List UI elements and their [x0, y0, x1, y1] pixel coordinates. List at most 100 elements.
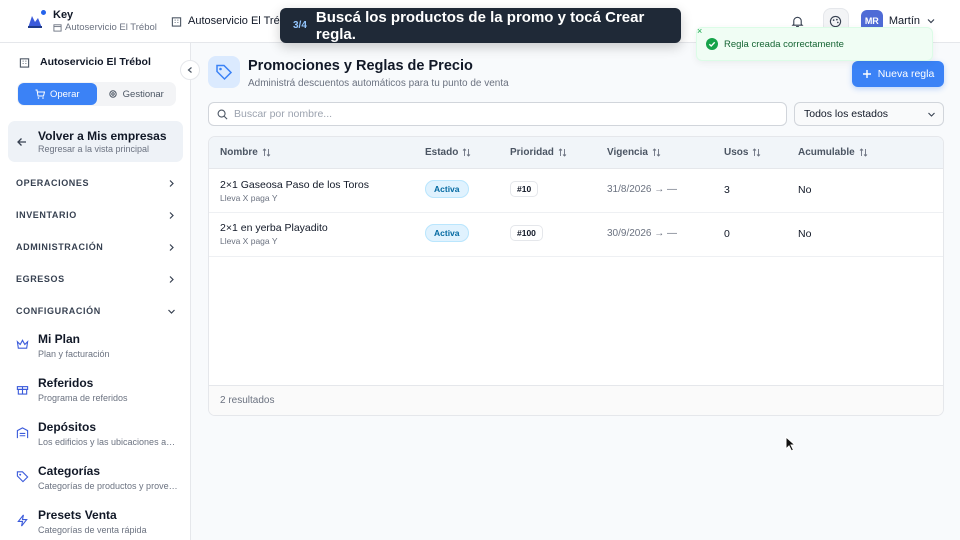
new-rule-button[interactable]: Nueva regla: [852, 61, 944, 87]
table-header: Nombre Estado Prioridad Vigencia Usos Ac…: [209, 137, 943, 169]
crown-icon: [16, 338, 29, 351]
sidebar-item-title: Mi Plan: [38, 332, 81, 346]
chevron-down-icon: [927, 110, 936, 119]
table-row[interactable]: 2×1 en yerba Playadito Lleva X paga Y Ac…: [209, 213, 943, 257]
back-title: Volver a Mis empresas: [38, 128, 167, 143]
column-nombre[interactable]: Nombre: [220, 147, 271, 158]
arrow-left-icon: [16, 136, 28, 148]
column-acumulable[interactable]: Acumulable: [798, 147, 868, 158]
rule-name-cell: 2×1 en yerba Playadito Lleva X paga Y: [220, 222, 328, 247]
section-egresos[interactable]: EGRESOS: [16, 274, 176, 284]
brand[interactable]: Key Autoservicio El Trébol: [0, 9, 170, 34]
rule-name: 2×1 en yerba Playadito: [220, 222, 328, 234]
mode-operate-label: Operar: [49, 88, 80, 100]
section-administracion[interactable]: ADMINISTRACIÓN: [16, 242, 176, 252]
success-toast: × Regla creada correctamente: [696, 26, 933, 61]
toast-close-icon[interactable]: ×: [697, 26, 702, 36]
chevron-down-icon: [926, 16, 936, 26]
mode-switch: Operar Gestionar: [17, 82, 176, 106]
status-filter-select[interactable]: Todos los estados: [794, 102, 944, 126]
brand-title: Key: [53, 8, 74, 21]
back-to-companies[interactable]: Volver a Mis empresas Regresar a la vist…: [8, 121, 183, 162]
column-label: Usos: [724, 147, 749, 158]
table-row[interactable]: 2×1 Gaseosa Paso de los Toros Lleva X pa…: [209, 169, 943, 213]
status-badge: Activa: [425, 224, 469, 242]
column-estado[interactable]: Estado: [425, 147, 471, 158]
sidebar-item-subtitle: Plan y facturación: [38, 349, 110, 359]
rule-description: Lleva X paga Y: [220, 236, 278, 246]
sidebar-item-title: Presets Venta: [38, 508, 117, 522]
sidebar-item-categorias[interactable]: Categorías Categorías de productos y prov…: [16, 464, 178, 493]
column-label: Vigencia: [607, 147, 648, 158]
rule-name: 2×1 Gaseosa Paso de los Toros: [220, 179, 369, 191]
sort-icon: [262, 148, 271, 157]
sort-icon: [462, 148, 471, 157]
user-name: Martín: [888, 15, 920, 27]
brand-store-name: Autoservicio El Trébol: [65, 21, 157, 33]
chevron-right-icon: [167, 243, 176, 252]
tour-tooltip: 3/4 Buscá los productos de la promo y to…: [280, 8, 681, 43]
warehouse-icon: [16, 426, 29, 439]
sort-icon: [558, 148, 567, 157]
stackable: No: [798, 184, 812, 196]
back-subtitle: Regresar a la vista principal: [38, 143, 150, 154]
sidebar-item-title: Depósitos: [38, 420, 97, 434]
stackable: No: [798, 228, 812, 240]
rule-name-cell: 2×1 Gaseosa Paso de los Toros Lleva X pa…: [220, 179, 369, 204]
search-input[interactable]: [234, 108, 774, 120]
column-vigencia[interactable]: Vigencia: [607, 147, 661, 158]
sidebar-item-subtitle: Programa de referidos: [38, 393, 128, 403]
mode-operate-button[interactable]: Operar: [18, 83, 97, 105]
tour-step: 3/4: [293, 20, 307, 31]
mode-manage-label: Gestionar: [122, 88, 164, 100]
results-count: 2 resultados: [209, 385, 943, 415]
sort-icon: [652, 148, 661, 157]
status-filter-value: Todos los estados: [804, 108, 889, 120]
uses: 0: [724, 228, 730, 240]
sidebar-item-mi-plan[interactable]: Mi Plan Plan y facturación: [16, 332, 176, 361]
sidebar-store: Autoservicio El Trébol: [0, 43, 190, 68]
validity: 31/8/2026 → —: [607, 184, 678, 195]
validity: 30/9/2026 → —: [607, 228, 678, 239]
collapse-sidebar-button[interactable]: [180, 60, 200, 80]
section-label: OPERACIONES: [16, 178, 90, 188]
mode-manage-button[interactable]: Gestionar: [97, 83, 176, 105]
sort-icon: [859, 148, 868, 157]
section-operaciones[interactable]: OPERACIONES: [16, 178, 176, 188]
sidebar-item-subtitle: Categorías de productos y provee...: [38, 481, 178, 491]
column-label: Prioridad: [510, 147, 554, 158]
search-box: [208, 102, 787, 126]
sidebar-item-presets-venta[interactable]: Presets Venta Categorías de venta rápida: [16, 508, 176, 537]
sidebar-item-title: Categorías: [38, 464, 101, 478]
page-subtitle: Administrá descuentos automáticos para t…: [248, 78, 509, 89]
cart-icon: [35, 89, 45, 99]
search-icon: [217, 109, 228, 120]
store-icon: [19, 57, 30, 68]
check-circle-icon: [706, 38, 718, 50]
chevron-right-icon: [167, 275, 176, 284]
main-content: Promociones y Reglas de Precio Administr…: [191, 43, 960, 540]
building-icon: [171, 16, 182, 27]
sort-icon: [752, 148, 761, 157]
sidebar-item-depositos[interactable]: Depósitos Los edificios y las ubicaciones…: [16, 420, 178, 449]
bolt-icon: [16, 514, 29, 527]
sidebar-item-referidos[interactable]: Referidos Programa de referidos: [16, 376, 176, 405]
status-badge: Activa: [425, 180, 469, 198]
section-label: CONFIGURACIÓN: [16, 306, 101, 316]
column-prioridad[interactable]: Prioridad: [510, 147, 567, 158]
toast-message: Regla creada correctamente: [724, 38, 844, 50]
store-selector[interactable]: Autoservicio El Trébol: [171, 15, 294, 27]
sidebar: Autoservicio El Trébol Operar Gestionar …: [0, 43, 200, 540]
page-title: Promociones y Reglas de Precio: [248, 58, 473, 74]
column-usos[interactable]: Usos: [724, 147, 761, 158]
section-label: EGRESOS: [16, 274, 65, 284]
rules-table: Nombre Estado Prioridad Vigencia Usos Ac…: [208, 136, 944, 416]
section-label: INVENTARIO: [16, 210, 77, 220]
sidebar-item-title: Referidos: [38, 376, 94, 390]
column-label: Estado: [425, 147, 459, 158]
priority-badge: #100: [510, 225, 543, 241]
mouse-cursor-icon: [785, 436, 797, 452]
section-configuracion[interactable]: CONFIGURACIÓN: [16, 306, 176, 316]
column-label: Acumulable: [798, 147, 855, 158]
section-inventario[interactable]: INVENTARIO: [16, 210, 176, 220]
